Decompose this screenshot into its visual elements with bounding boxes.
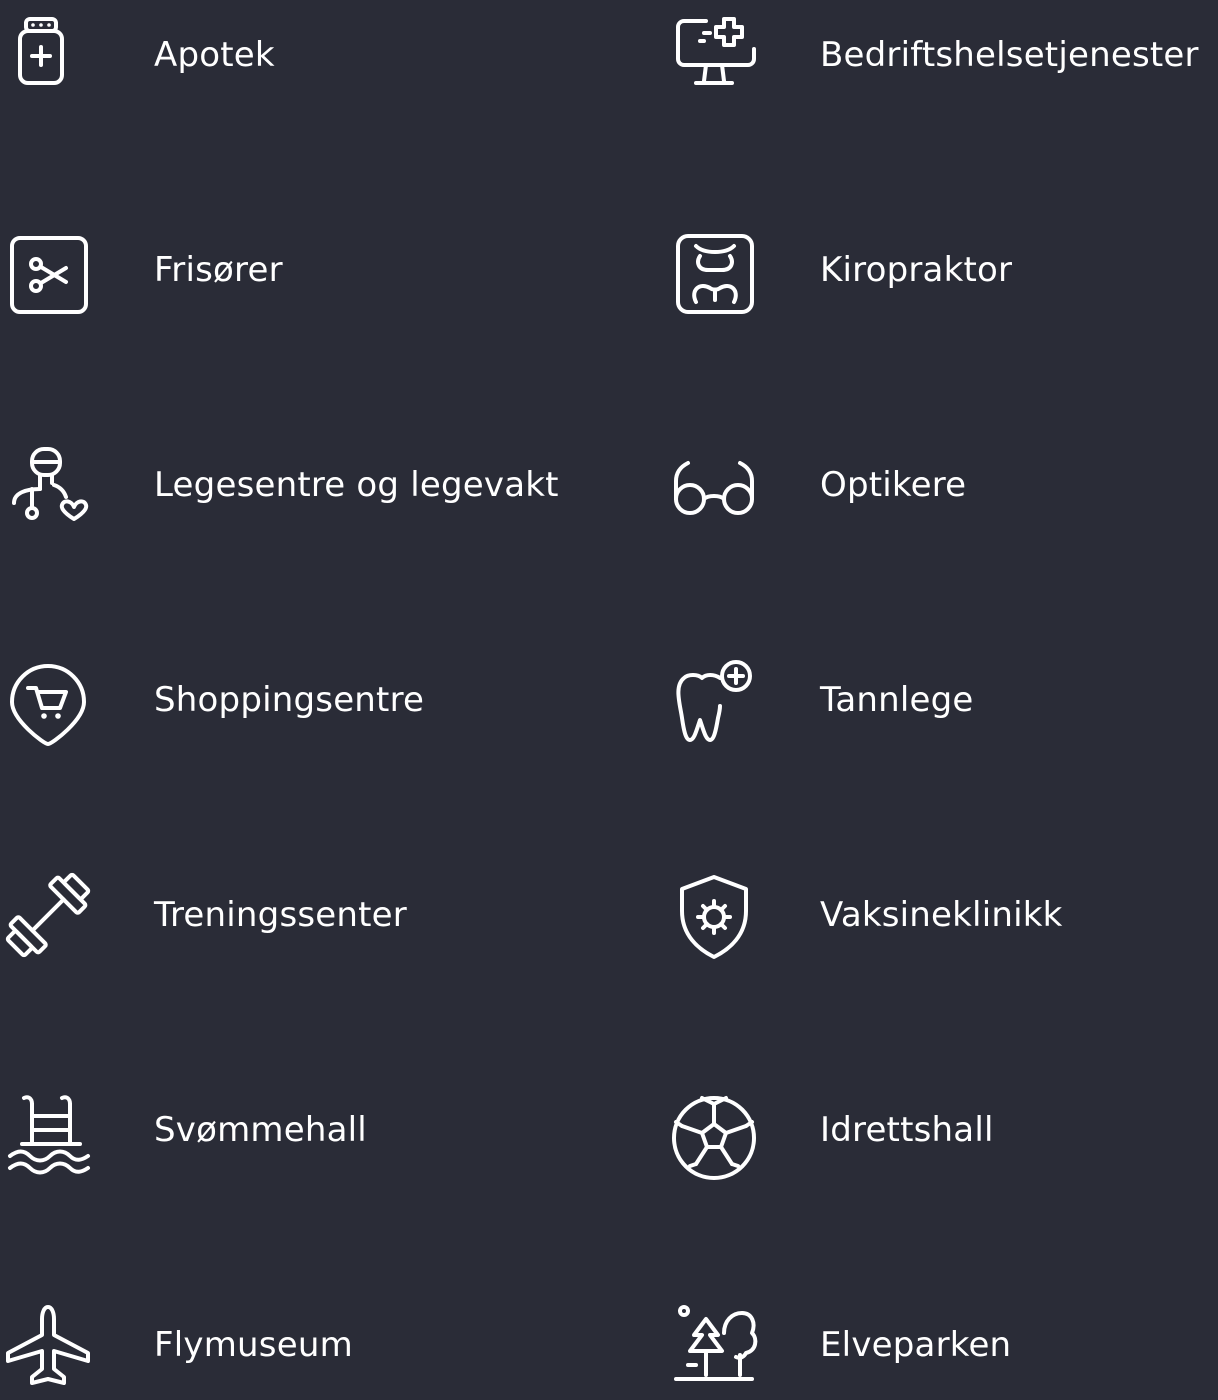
doctor-stethoscope-icon [0,437,96,533]
category-label: Legesentre og legevakt [154,465,559,505]
virus-shield-icon [666,867,762,963]
category-item-flymuseum[interactable]: Flymuseum [0,1290,640,1400]
category-label: Frisører [154,250,283,290]
park-trees-icon [666,1297,762,1393]
soccer-ball-icon [666,1082,762,1180]
category-label: Treningssenter [154,895,407,935]
category-item-bedriftshelsetjenester[interactable]: Bedriftshelsetjenester [666,0,1218,110]
tooth-plus-icon [666,652,762,748]
category-item-treningssenter[interactable]: Treningssenter [0,860,640,970]
shopping-cart-location-icon [0,652,96,748]
category-item-kiropraktor[interactable]: Kiropraktor [666,215,1218,325]
category-item-optikere[interactable]: Optikere [666,430,1218,540]
medical-monitor-icon [666,7,762,103]
category-item-idrettshall[interactable]: Idrettshall [666,1075,1218,1185]
spine-icon [666,222,762,318]
category-item-svommehall[interactable]: Svømmehall [0,1075,640,1185]
category-item-legesentre[interactable]: Legesentre og legevakt [0,430,640,540]
scissors-icon [0,222,96,318]
dumbbell-icon [0,867,96,963]
category-label: Optikere [820,465,967,505]
category-label: Tannlege [820,680,974,720]
category-item-vaksineklinikk[interactable]: Vaksineklinikk [666,860,1218,970]
category-label: Idrettshall [820,1110,994,1150]
category-label: Vaksineklinikk [820,895,1063,935]
category-item-tannlege[interactable]: Tannlege [666,645,1218,755]
category-item-apotek[interactable]: Apotek [0,0,640,110]
airplane-icon [0,1297,96,1393]
category-label: Kiropraktor [820,250,1013,290]
category-item-elveparken[interactable]: Elveparken [666,1290,1218,1400]
category-label: Elveparken [820,1325,1012,1365]
category-label: Flymuseum [154,1325,353,1365]
category-label: Svømmehall [154,1110,367,1150]
category-label: Apotek [154,35,275,75]
category-grid: Apotek Bedriftshelsetjenester Frisører K… [0,0,1218,1388]
medicine-jar-icon [0,7,96,103]
category-item-shoppingsentre[interactable]: Shoppingsentre [0,645,640,755]
category-label: Shoppingsentre [154,680,425,720]
category-item-frisorer[interactable]: Frisører [0,215,640,325]
category-label: Bedriftshelsetjenester [820,35,1199,75]
glasses-icon [666,437,762,533]
swimming-pool-icon [0,1082,96,1178]
